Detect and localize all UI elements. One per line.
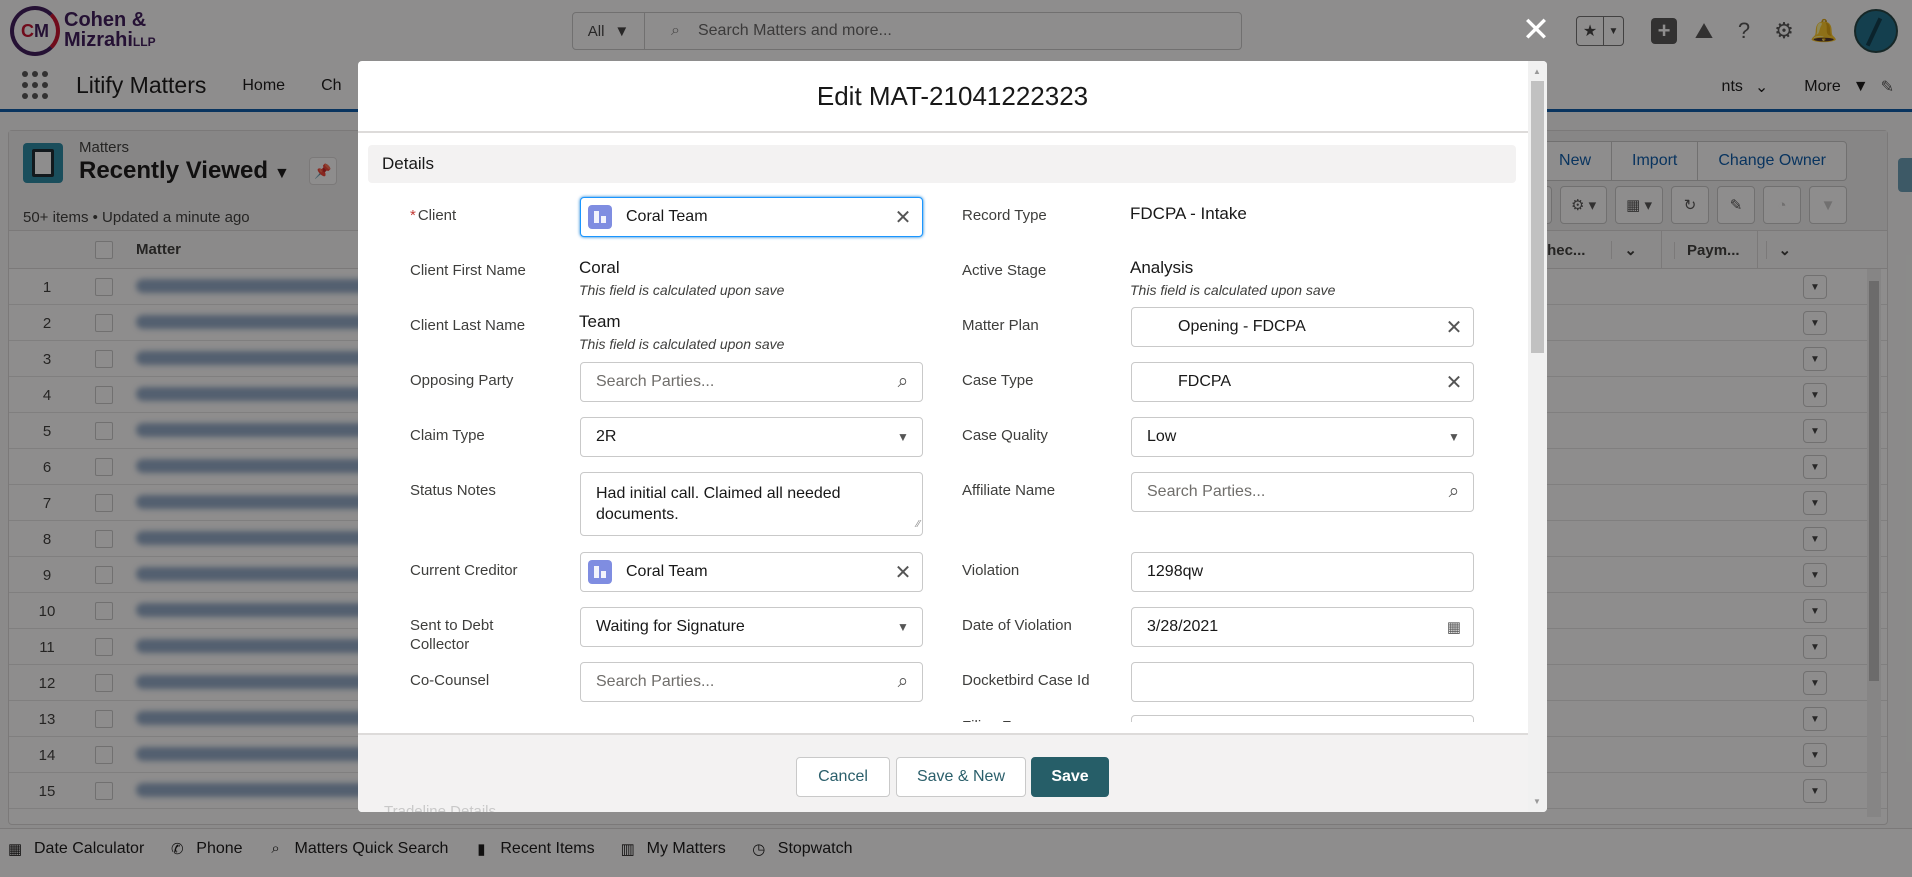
clear-selection-icon[interactable]: ✕ [884, 560, 922, 585]
case-type-lookup[interactable]: FDCPA ✕ [1131, 362, 1474, 402]
opposing-party-label: Opposing Party [410, 372, 514, 389]
affiliate-name-label: Affiliate Name [962, 482, 1056, 499]
calendar-icon[interactable]: ▦ [1435, 618, 1473, 636]
section-header-peek: Tradeline Details [384, 803, 496, 812]
caret-down-icon: ▼ [1448, 430, 1460, 444]
save-button[interactable]: Save [1031, 757, 1109, 797]
clear-selection-icon[interactable]: ✕ [1435, 315, 1473, 340]
opposing-party-lookup[interactable]: Search Parties... ⌕ [580, 362, 923, 402]
calculated-note: This field is calculated upon save [579, 336, 785, 352]
active-stage-value: Analysis [1130, 258, 1194, 277]
filing-fee-label: Filing Fee [962, 717, 1028, 722]
matter-plan-lookup[interactable]: Opening - FDCPA ✕ [1131, 307, 1474, 347]
docketbird-case-id-label: Docketbird Case Id [962, 672, 1090, 689]
record-type-label: Record Type [962, 207, 1047, 224]
modal-header: Edit MAT-21041222323 [358, 61, 1547, 133]
current-creditor-lookup[interactable]: Coral Team ✕ [580, 552, 923, 592]
modal-footer: Tradeline Details Cancel Save & New Save [358, 733, 1528, 812]
search-icon: ⌕ [897, 371, 909, 392]
section-header-details[interactable]: Details [368, 145, 1516, 183]
affiliate-name-lookup[interactable]: Search Parties... ⌕ [1131, 472, 1474, 512]
cancel-button[interactable]: Cancel [796, 757, 890, 797]
filing-fee-input[interactable] [1131, 715, 1474, 722]
record-type-value: FDCPA - Intake [1130, 204, 1247, 223]
client-first-name-value: Coral [579, 258, 620, 277]
account-icon [588, 205, 612, 229]
sent-to-debt-collector-select[interactable]: Waiting for Signature ▼ [580, 607, 923, 647]
client-label: * Client [410, 207, 457, 224]
co-counsel-lookup[interactable]: Search Parties... ⌕ [580, 662, 923, 702]
case-quality-label: Case Quality [962, 427, 1048, 444]
case-type-label: Case Type [962, 372, 1034, 389]
client-last-name-label: Client Last Name [410, 317, 526, 334]
calculated-note: This field is calculated upon save [1130, 282, 1336, 298]
violation-input[interactable]: 1298qw [1131, 552, 1474, 592]
search-icon: ⌕ [897, 671, 909, 692]
edit-matter-modal: Edit MAT-21041222323 Details * Client Cor… [358, 61, 1547, 812]
modal-scrollbar[interactable]: ▲ ▼ [1528, 61, 1547, 812]
caret-down-icon: ▼ [897, 430, 909, 444]
account-icon [588, 560, 612, 584]
status-notes-textarea[interactable]: Had initial call. Claimed all needed doc… [580, 472, 923, 536]
save-and-new-button[interactable]: Save & New [896, 757, 1026, 797]
active-stage-label: Active Stage [962, 262, 1047, 279]
scroll-up-icon[interactable]: ▲ [1533, 67, 1541, 76]
clear-selection-icon[interactable]: ✕ [1435, 370, 1473, 395]
claim-type-label: Claim Type [410, 427, 485, 444]
modal-title: Edit MAT-21041222323 [816, 80, 1089, 111]
case-quality-select[interactable]: Low ▼ [1131, 417, 1474, 457]
date-of-violation-input[interactable]: 3/28/2021 ▦ [1131, 607, 1474, 647]
current-creditor-label: Current Creditor [410, 562, 518, 579]
clear-selection-icon[interactable]: ✕ [884, 205, 922, 230]
scroll-down-icon[interactable]: ▼ [1533, 797, 1541, 806]
close-modal-icon[interactable]: ✕ [1518, 12, 1554, 48]
docketbird-case-id-input[interactable] [1131, 662, 1474, 702]
client-first-name-label: Client First Name [410, 262, 526, 279]
status-notes-label: Status Notes [410, 482, 496, 499]
search-icon: ⌕ [1448, 481, 1460, 502]
scrollbar-thumb[interactable] [1531, 81, 1544, 353]
required-marker: * [410, 207, 416, 224]
sent-to-debt-collector-label: Sent to Debt Collector [410, 617, 494, 653]
client-last-name-value: Team [579, 312, 621, 331]
co-counsel-label: Co-Counsel [410, 672, 490, 689]
caret-down-icon: ▼ [897, 620, 909, 634]
calculated-note: This field is calculated upon save [579, 282, 785, 298]
claim-type-select[interactable]: 2R ▼ [580, 417, 923, 457]
violation-label: Violation [962, 562, 1020, 579]
modal-body: Details * Client Coral Team ✕ Client Firs… [358, 133, 1528, 722]
matter-plan-label: Matter Plan [962, 317, 1039, 334]
date-of-violation-label: Date of Violation [962, 617, 1072, 634]
client-lookup[interactable]: Coral Team ✕ [580, 197, 923, 237]
